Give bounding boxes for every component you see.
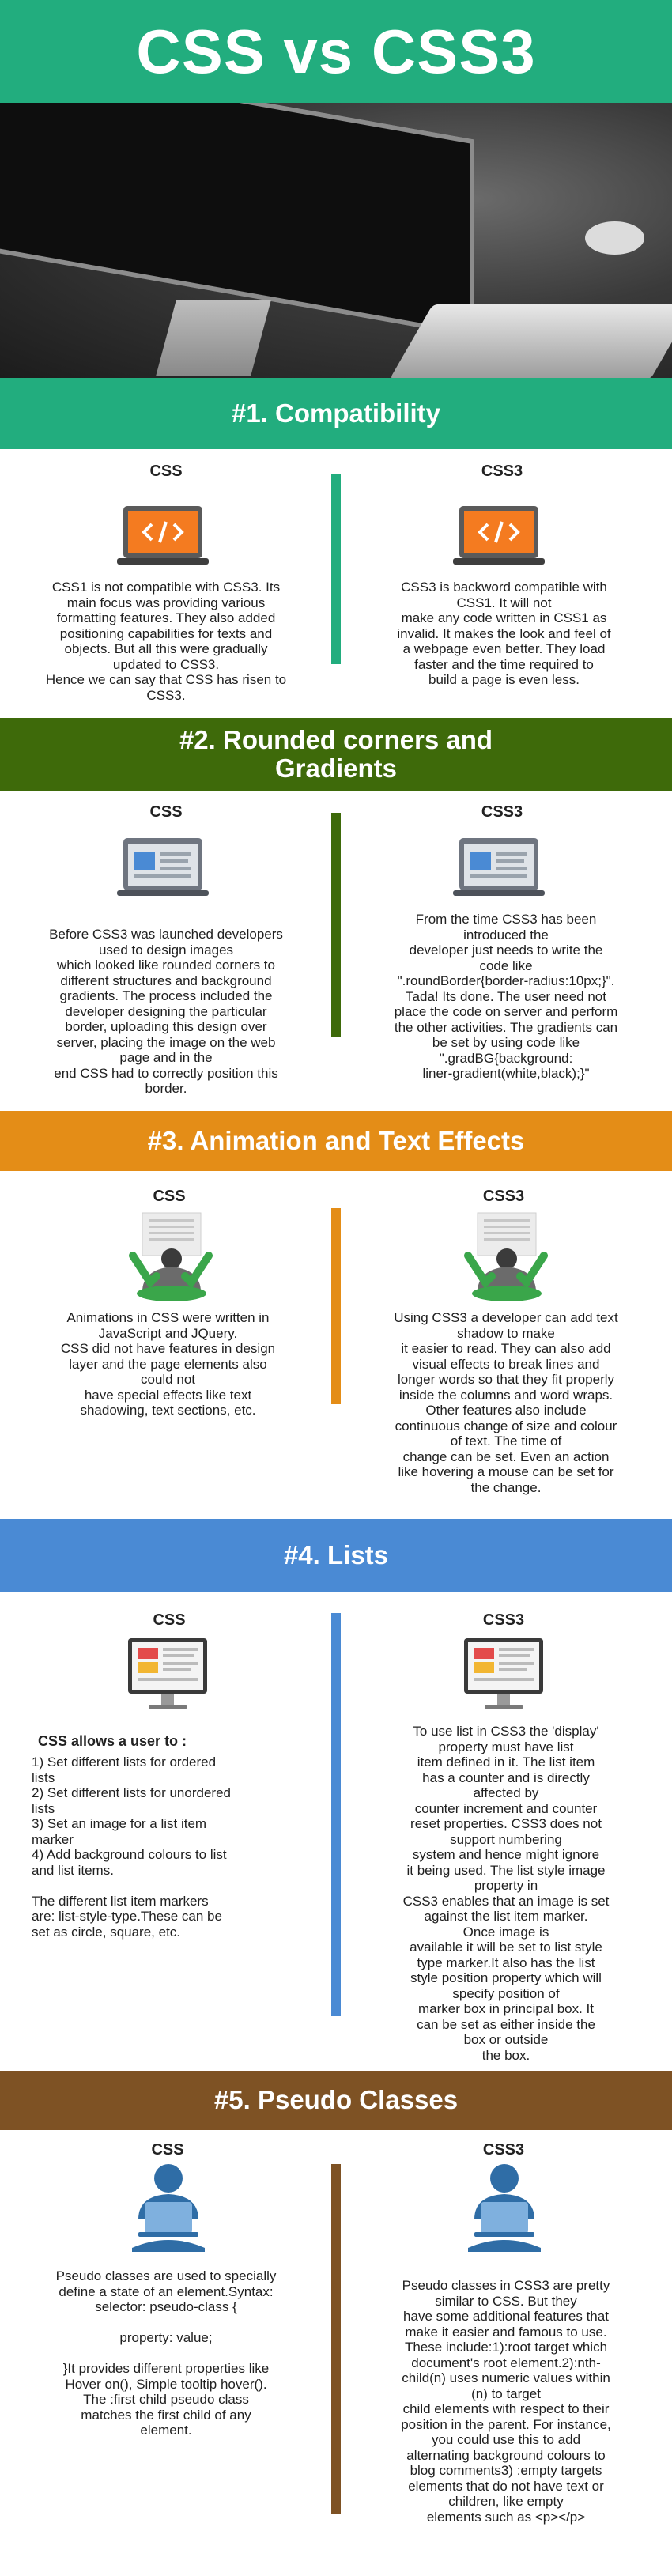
css3-lists-text: To use list in CSS3 the 'display' proper… — [402, 1724, 610, 2063]
person-laptop-icon — [132, 2164, 205, 2252]
css3-compatibility-text: CSS3 is backword compatible with CSS1. I… — [397, 580, 611, 687]
css-rounded-corners-text: Before CSS3 was launched developers used… — [49, 927, 283, 1096]
column-divider — [331, 1208, 341, 1404]
css3-column-label: CSS3 — [482, 1188, 525, 1205]
css-column-label: CSS — [153, 1188, 186, 1205]
column-divider — [331, 2164, 341, 2514]
browser-window-icon — [453, 838, 545, 896]
code-laptop-icon — [453, 506, 545, 565]
css3-column-label: CSS3 — [482, 1611, 525, 1629]
person-reading-icon — [129, 1212, 213, 1301]
person-laptop-icon — [468, 2164, 541, 2252]
section-heading-lists: #4. Lists — [0, 1519, 672, 1592]
mouse-shape — [585, 221, 644, 255]
css3-column-label: CSS3 — [481, 463, 523, 480]
column-divider — [331, 813, 341, 1037]
css3-column-label: CSS3 — [482, 2141, 525, 2159]
monitor-stand-shape — [156, 300, 271, 376]
css-pseudo-classes-text: Pseudo classes are used to specially def… — [55, 2268, 277, 2438]
hero-desk-photo — [0, 103, 672, 378]
person-reading-icon — [464, 1212, 548, 1301]
section-heading-rounded-corners: #2. Rounded corners and Gradients — [0, 718, 672, 791]
css3-animation-text: Using CSS3 a developer can add text shad… — [394, 1310, 618, 1495]
section-heading-compatibility: #1. Compatibility — [0, 378, 672, 449]
css-animation-text: Animations in CSS were written in JavaSc… — [60, 1310, 276, 1418]
css-column-label: CSS — [149, 803, 183, 821]
css-list-heading: CSS allows a user to : — [38, 1733, 187, 1749]
keyboard-shape — [389, 304, 672, 378]
column-divider — [331, 474, 341, 664]
css-compatibility-text: CSS1 is not compatible with CSS3. Its ma… — [45, 580, 287, 703]
section-heading-text: #2. Rounded corners and Gradients — [179, 724, 493, 783]
css-lists-text: 1) Set different lists for ordered lists… — [32, 1754, 231, 1940]
css3-pseudo-classes-text: Pseudo classes in CSS3 are pretty simila… — [401, 2278, 611, 2525]
code-laptop-icon — [117, 506, 209, 565]
desktop-monitor-icon — [464, 1638, 543, 1709]
css-column-label: CSS — [151, 2141, 184, 2159]
browser-window-icon — [117, 838, 209, 896]
column-divider — [331, 1613, 341, 2016]
desktop-monitor-icon — [128, 1638, 207, 1709]
section-heading-animation: #3. Animation and Text Effects — [0, 1111, 672, 1171]
css-column-label: CSS — [149, 463, 183, 480]
page-title: CSS vs CSS3 — [0, 0, 672, 103]
css3-rounded-corners-text: From the time CSS3 has been introduced t… — [394, 912, 618, 1081]
section-heading-pseudo-classes: #5. Pseudo Classes — [0, 2071, 672, 2130]
css-column-label: CSS — [153, 1611, 186, 1629]
css3-column-label: CSS3 — [481, 803, 523, 821]
